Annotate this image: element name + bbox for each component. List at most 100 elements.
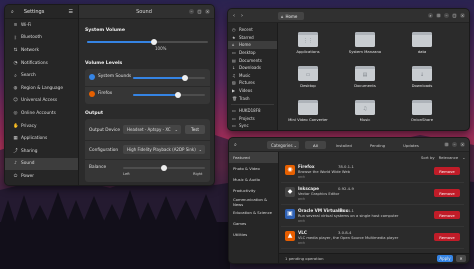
app-row[interactable]: ▣ Oracle VM VirtualBox 6.0.14-1 Run several…	[281, 206, 464, 227]
sidebar-item-privacy[interactable]: ✋ Privacy	[5, 120, 78, 133]
sort-control[interactable]: Sort by Relevance ⌄	[421, 155, 465, 160]
folder-item[interactable]: ↓ Downloads	[402, 66, 442, 96]
files-sidebar-desktop[interactable]: ▭ Desktop	[228, 49, 277, 57]
category-education-science[interactable]: Education & Science	[229, 207, 278, 218]
files-sidebar-downloads[interactable]: ↓ Downloads	[228, 64, 277, 72]
folder-item[interactable]: ♫ Music	[345, 100, 385, 130]
files-sidebar-documents[interactable]: ▤ Documents	[228, 56, 277, 64]
output-device-dropdown[interactable]: Headset - Aptspy - XC ⌄	[123, 125, 181, 134]
tab-updates[interactable]: Updates	[395, 141, 427, 149]
files-sidebar-sync[interactable]: ▭ Sync	[228, 122, 277, 130]
path-label: Home	[285, 13, 298, 19]
files-sidebar-starred[interactable]: ★ Starred	[228, 34, 277, 42]
sidebar-item-label: Power	[21, 173, 34, 179]
categories-dropdown[interactable]: Categories ⌄	[267, 141, 299, 149]
sidebar-item-applications[interactable]: ▦ Applications	[5, 132, 78, 145]
remove-button[interactable]: Remove	[434, 211, 460, 219]
category-utilities[interactable]: Utilities	[229, 229, 278, 240]
app-row[interactable]: ◉ Firefox 78.0.1-1 Browse the World Wide We…	[281, 162, 464, 183]
close-icon[interactable]: ×	[205, 9, 210, 14]
tab-installed[interactable]: Installed	[328, 141, 360, 149]
files-sidebar-videos[interactable]: ▶ Videos	[228, 87, 277, 95]
sidebar-item-label: Region & Language	[21, 85, 63, 91]
maximize-icon[interactable]: □	[197, 9, 202, 14]
accounts-icon: ◎	[13, 110, 18, 116]
tab-pending[interactable]: Pending	[362, 141, 393, 149]
category-communication-news[interactable]: Communication & News	[229, 196, 278, 207]
folder-label: OnionShare	[410, 117, 434, 122]
files-sidebar-trash[interactable]: 🗑 Trash	[228, 94, 277, 102]
folder-item[interactable]: Mini Video Converter	[288, 100, 328, 130]
files-sidebar-projects[interactable]: ▭ Projects	[228, 115, 277, 123]
balance-slider[interactable]	[123, 165, 205, 171]
close-icon[interactable]: ×	[460, 142, 465, 147]
sidebar-item-network[interactable]: ⇅ Network	[5, 44, 78, 57]
files-sidebar-hukd18f8[interactable]: ▭ HUKD18F8	[228, 107, 277, 115]
minimize-icon[interactable]: –	[189, 9, 194, 14]
view-list-icon[interactable]: ☰	[436, 13, 441, 18]
folder-item[interactable]: ▭ Desktop	[288, 66, 328, 96]
sidebar-item-bluetooth[interactable]: ᛒ Bluetooth	[5, 32, 78, 45]
sidebar-item-universal-access[interactable]: ☺ Universal Access	[5, 95, 78, 108]
app-row[interactable]: ◆ Inkscape 0.92.4-9 Vector Graphics Editor a…	[281, 184, 464, 205]
sidebar-item-notifications[interactable]: ◔ Notifications	[5, 57, 78, 70]
firefox-volume-slider[interactable]	[133, 92, 205, 98]
system-sounds-slider[interactable]	[133, 75, 205, 81]
minimize-icon[interactable]: –	[452, 142, 457, 147]
folder-item[interactable]: OnionShare	[402, 100, 442, 130]
folder-icon	[355, 32, 375, 47]
chevron-down-icon: ⌄	[293, 142, 297, 148]
search-icon[interactable]: ⌕	[234, 142, 237, 148]
category-productivity[interactable]: Productivity	[229, 185, 278, 196]
search-icon[interactable]: ⌕	[428, 13, 433, 18]
sidebar-item-wi-fi[interactable]: ≋ Wi-Fi	[5, 19, 78, 32]
remove-button[interactable]: Remove	[434, 189, 460, 197]
category-featured[interactable]: Featured	[229, 152, 278, 163]
hand-icon: ✋	[13, 123, 19, 129]
slider-knob[interactable]	[150, 39, 157, 45]
remove-button[interactable]: Remove	[434, 167, 460, 175]
tab-all[interactable]: All	[305, 141, 326, 149]
sidebar-item-region-language[interactable]: ◍ Region & Language	[5, 82, 78, 95]
folder-symbol: ▭	[305, 72, 311, 78]
sidebar-item-search[interactable]: ⌕ Search	[5, 69, 78, 82]
folder-item[interactable]: ⋮⋮ Applications	[288, 32, 328, 62]
folder-item[interactable]: ▤ Documents	[345, 66, 385, 96]
cancel-button[interactable]: ✕	[456, 255, 466, 262]
sidebar-item-sound[interactable]: ♪ Sound	[5, 157, 78, 171]
files-sidebar-home[interactable]: ⌂ Home	[228, 41, 277, 49]
files-sidebar-recent[interactable]: ◷ Recent	[228, 26, 277, 34]
slider-knob[interactable]	[181, 75, 188, 81]
folder-item[interactable]: System Manzano	[345, 32, 385, 62]
minimize-icon[interactable]: –	[444, 13, 449, 18]
folder-item[interactable]: data	[402, 32, 442, 62]
remove-button[interactable]: Remove	[434, 233, 460, 241]
files-sidebar-pictures[interactable]: ▨ Pictures	[228, 79, 277, 87]
apply-button[interactable]: Apply	[437, 255, 453, 262]
back-icon[interactable]: ‹	[233, 13, 235, 19]
menu-icon[interactable]: ☰	[444, 142, 449, 147]
divider	[85, 159, 210, 160]
forward-icon[interactable]: ›	[241, 13, 243, 19]
slider-knob[interactable]	[161, 165, 167, 171]
files-sidebar-music[interactable]: ♫ Music	[228, 72, 277, 80]
system-volume-slider[interactable]	[87, 39, 208, 45]
maximize-icon[interactable]: □	[452, 13, 457, 18]
category-photo-video[interactable]: Photo & Video	[229, 163, 278, 174]
app-row[interactable]: ▲ VLC 3.0.8-4 VLC media player, the Open So…	[281, 228, 464, 249]
test-button[interactable]: Test	[185, 125, 205, 134]
app-description: Vector Graphics Editor	[298, 192, 340, 196]
path-bar[interactable]: ⌂ Home	[278, 12, 304, 20]
app-origin: arch	[298, 175, 305, 179]
sidebar-item-power[interactable]: ⏻ Power	[5, 170, 78, 183]
category-music-audio[interactable]: Music & Audio	[229, 174, 278, 185]
output-card: Output Device Headset - Aptspy - XC ⌄ Te…	[85, 119, 210, 182]
sidebar-item-online-accounts[interactable]: ◎ Online Accounts	[5, 107, 78, 120]
category-games[interactable]: Games	[229, 218, 278, 229]
configuration-dropdown[interactable]: High Fidelity Playback (A2DP Sink) ⌄	[123, 145, 205, 154]
close-icon[interactable]: ×	[460, 13, 465, 18]
sidebar-item-sharing[interactable]: ⤴ Sharing	[5, 145, 78, 158]
search-icon[interactable]: ⌕	[11, 9, 14, 15]
slider-knob[interactable]	[174, 92, 181, 98]
menu-icon[interactable]: ☰	[69, 9, 73, 15]
